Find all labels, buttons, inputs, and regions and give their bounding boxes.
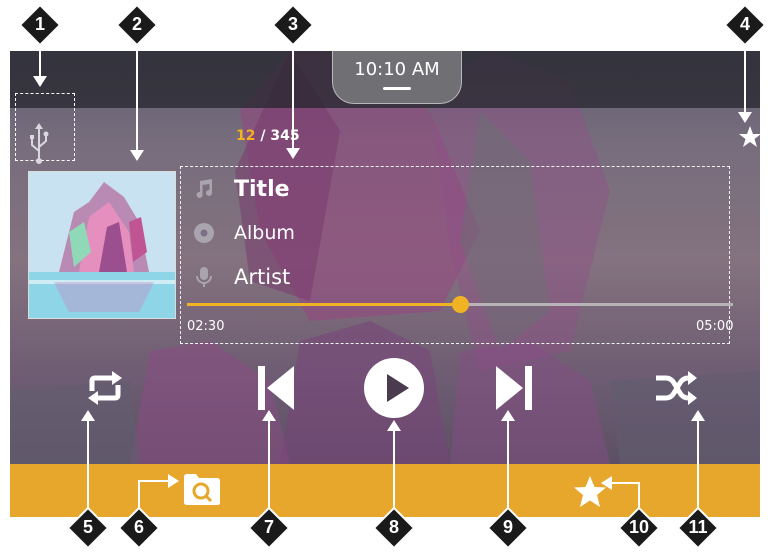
callout-badge-11: 11 bbox=[677, 507, 719, 549]
callout-4-arrow bbox=[738, 112, 752, 123]
track-artist: Artist bbox=[234, 265, 291, 289]
seek-bar[interactable] bbox=[187, 296, 733, 313]
total-duration: 05:00 bbox=[696, 319, 734, 334]
callout-3-leader bbox=[292, 42, 294, 148]
callout-6-leader-h bbox=[138, 480, 168, 482]
callout-6-arrow bbox=[168, 474, 179, 488]
track-album: Album bbox=[234, 222, 295, 244]
artist-row: Artist bbox=[192, 261, 290, 293]
callout-4-leader bbox=[744, 42, 746, 112]
callout-8-arrow bbox=[387, 420, 401, 431]
callout-8-leader bbox=[393, 430, 395, 516]
callout-2-arrow bbox=[130, 150, 144, 161]
skip-next-icon[interactable] bbox=[494, 364, 534, 412]
media-player-screen: 10:10 AM 12 / 345 Title Album Artist 02:… bbox=[10, 51, 760, 517]
callout-9-leader bbox=[507, 420, 509, 516]
callout-badge-6: 6 bbox=[118, 507, 160, 549]
callout-badge-5: 5 bbox=[67, 507, 109, 549]
callout-11-arrow bbox=[691, 410, 705, 421]
callout-5-leader bbox=[87, 420, 89, 516]
microphone-icon bbox=[196, 267, 212, 287]
callout-5-arrow bbox=[81, 410, 95, 421]
callout-7-leader bbox=[268, 420, 270, 516]
track-index: 12 bbox=[236, 128, 256, 144]
repeat-icon[interactable] bbox=[86, 369, 124, 407]
callout-badge-8: 8 bbox=[373, 507, 415, 549]
callout-badge-9: 9 bbox=[487, 507, 529, 549]
elapsed-time: 02:30 bbox=[187, 319, 225, 334]
callout-badge-3: 3 bbox=[272, 4, 314, 46]
clock-time: 10:10 AM bbox=[354, 59, 440, 80]
callout-9-arrow bbox=[501, 410, 515, 421]
folder-search-icon[interactable] bbox=[182, 471, 222, 507]
callout-7-arrow bbox=[262, 410, 276, 421]
callout-10-leader-h bbox=[612, 482, 640, 484]
disc-icon bbox=[194, 223, 214, 243]
pulldown-grip-icon bbox=[383, 87, 411, 90]
callout-badge-7: 7 bbox=[248, 507, 290, 549]
usb-icon bbox=[30, 123, 49, 164]
callout-2-leader bbox=[136, 42, 138, 150]
callout-3-arrow bbox=[286, 148, 300, 159]
seek-handle[interactable] bbox=[452, 296, 469, 313]
star-icon[interactable] bbox=[738, 125, 760, 149]
callout-badge-4: 4 bbox=[724, 4, 766, 46]
shuffle-icon[interactable] bbox=[654, 369, 698, 407]
title-row: Title bbox=[192, 173, 290, 205]
callout-11-leader bbox=[697, 420, 699, 516]
track-counter: 12 / 345 bbox=[236, 128, 300, 144]
play-icon[interactable] bbox=[363, 357, 425, 419]
callout-badge-2: 2 bbox=[116, 4, 158, 46]
clock-pulldown-tab[interactable]: 10:10 AM bbox=[332, 51, 462, 104]
skip-previous-icon[interactable] bbox=[256, 364, 296, 412]
callout-badge-1: 1 bbox=[19, 4, 61, 46]
album-art bbox=[28, 171, 176, 319]
callout-1-arrow bbox=[33, 76, 47, 87]
callout-1-leader bbox=[39, 42, 41, 76]
music-note-icon bbox=[196, 179, 212, 198]
callout-10-arrow bbox=[601, 476, 612, 490]
track-title: Title bbox=[234, 176, 290, 202]
seek-progress bbox=[187, 303, 460, 306]
callout-badge-10: 10 bbox=[618, 507, 660, 549]
album-row: Album bbox=[192, 217, 295, 249]
